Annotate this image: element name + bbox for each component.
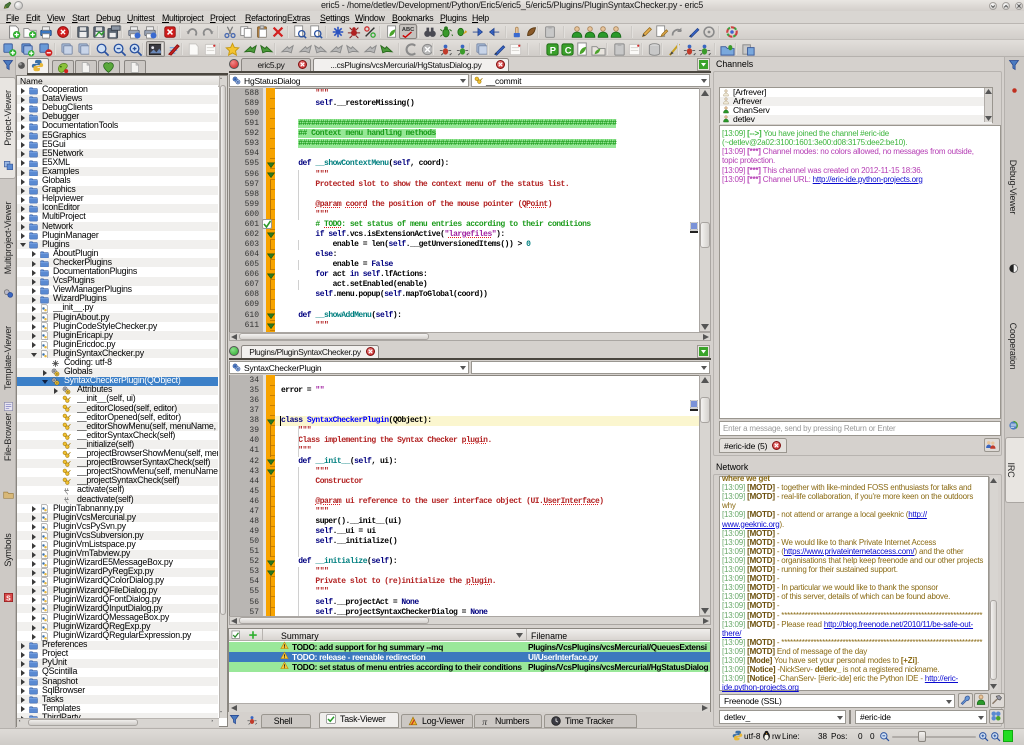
svg-text:P: P xyxy=(550,45,556,55)
svg-text:ABC: ABC xyxy=(402,27,414,33)
svg-text:C: C xyxy=(565,45,572,55)
svg-text:π: π xyxy=(482,717,488,727)
svg-text:S: S xyxy=(6,595,11,602)
